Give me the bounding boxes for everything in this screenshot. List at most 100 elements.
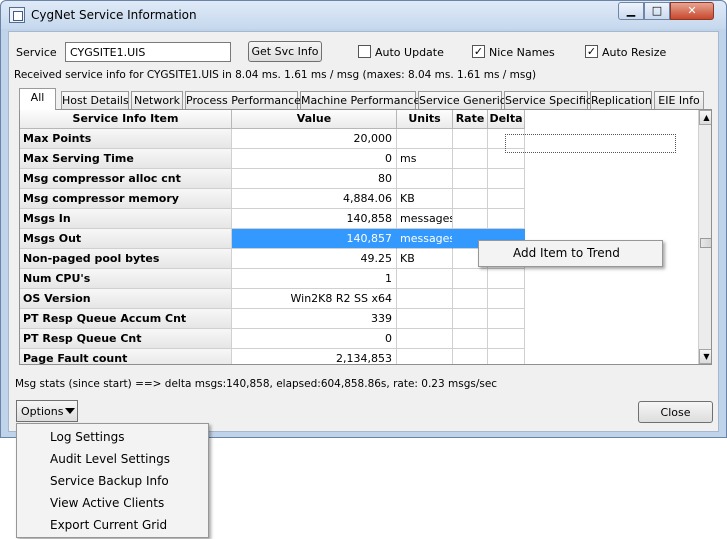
menu-item-add-to-trend[interactable]: Add Item to Trend <box>513 246 620 260</box>
column-header-item[interactable]: Service Info Item <box>20 110 232 129</box>
row-focus-outline <box>505 134 676 153</box>
table-row[interactable]: Num CPU's 1 <box>20 269 525 289</box>
table-row[interactable]: PT Resp Queue Cnt 0 <box>20 329 525 349</box>
client-area: Service Get Svc Info Auto Update ✓ Nice … <box>8 31 719 432</box>
row-units <box>397 309 453 329</box>
table-row[interactable]: Msgs In 140,858 messages <box>20 209 525 229</box>
table-row[interactable]: Max Serving Time 0 ms <box>20 149 525 169</box>
row-rate <box>453 149 488 169</box>
row-units <box>397 289 453 309</box>
row-delta <box>488 269 525 289</box>
column-header-delta[interactable]: Delta <box>488 110 525 129</box>
row-value: 1 <box>232 269 397 289</box>
tab-host-details[interactable]: Host Details <box>61 91 129 110</box>
nice-names-label: Nice Names <box>489 46 555 59</box>
tab-service-generic[interactable]: Service Generic <box>418 91 506 110</box>
row-delta <box>488 169 525 189</box>
row-units <box>397 169 453 189</box>
row-delta <box>488 349 525 364</box>
row-item-name: Msg compressor alloc cnt <box>20 169 232 189</box>
table-row[interactable]: Non-paged pool bytes 49.25 KB <box>20 249 525 269</box>
table-row-selected[interactable]: Msgs Out 140,857 messages <box>20 229 525 249</box>
maximize-button[interactable]: □ <box>644 2 670 20</box>
scroll-down-icon[interactable]: ▼ <box>699 349 711 364</box>
close-icon: ✕ <box>687 4 697 17</box>
row-delta <box>488 209 525 229</box>
row-delta <box>488 309 525 329</box>
table-row[interactable]: Msg compressor alloc cnt 80 <box>20 169 525 189</box>
scroll-up-icon[interactable]: ▲ <box>699 110 711 125</box>
row-item-name: OS Version <box>20 289 232 309</box>
column-header-rate[interactable]: Rate <box>453 110 488 129</box>
row-units <box>397 349 453 364</box>
menu-item-view-active-clients[interactable]: View Active Clients <box>50 496 164 510</box>
close-button[interactable]: Close <box>638 401 713 423</box>
row-value: 0 <box>232 329 397 349</box>
menu-item-audit-level-settings[interactable]: Audit Level Settings <box>50 452 170 466</box>
scroll-thumb[interactable] <box>700 238 711 248</box>
row-rate <box>453 129 488 149</box>
tab-all[interactable]: All <box>19 88 56 110</box>
column-header-units[interactable]: Units <box>397 110 453 129</box>
auto-update-checkbox[interactable] <box>358 45 371 58</box>
row-units <box>397 269 453 289</box>
row-item-name: Msgs Out <box>20 229 232 249</box>
row-value: 20,000 <box>232 129 397 149</box>
menu-item-log-settings[interactable]: Log Settings <box>50 430 124 444</box>
msg-stats-text: Msg stats (since start) ==> delta msgs:1… <box>15 378 498 390</box>
auto-resize-checkbox[interactable]: ✓ <box>585 45 598 58</box>
tab-process-performance[interactable]: Process Performance <box>185 91 301 110</box>
row-units <box>397 329 453 349</box>
row-value: 140,858 <box>232 209 397 229</box>
service-input[interactable] <box>65 42 231 62</box>
row-delta <box>488 289 525 309</box>
tab-service-specific[interactable]: Service Specific <box>504 91 592 110</box>
maximize-icon: □ <box>651 4 663 17</box>
row-item-name: Non-paged pool bytes <box>20 249 232 269</box>
row-value: 0 <box>232 149 397 169</box>
column-header-value[interactable]: Value <box>232 110 397 129</box>
row-units: KB <box>397 189 453 209</box>
row-rate <box>453 329 488 349</box>
minimize-button[interactable]: ▁ <box>618 2 644 20</box>
row-item-name: PT Resp Queue Cnt <box>20 329 232 349</box>
close-window-button[interactable]: ✕ <box>670 2 714 20</box>
row-rate <box>453 169 488 189</box>
menu-item-export-current-grid[interactable]: Export Current Grid <box>50 518 167 532</box>
table-row[interactable]: Max Points 20,000 <box>20 129 525 149</box>
table-row[interactable]: Msg compressor memory 4,884.06 KB <box>20 189 525 209</box>
row-rate <box>453 289 488 309</box>
row-units: ms <box>397 149 453 169</box>
row-rate <box>453 309 488 329</box>
row-item-name: Num CPU's <box>20 269 232 289</box>
row-rate <box>453 189 488 209</box>
table-row[interactable]: PT Resp Queue Accum Cnt 339 <box>20 309 525 329</box>
row-rate <box>453 269 488 289</box>
options-dropdown-button[interactable]: Options <box>16 400 78 422</box>
row-delta <box>488 329 525 349</box>
row-value: Win2K8 R2 SS x64 <box>232 289 397 309</box>
grid-header: Service Info Item Value Units Rate Delta <box>20 110 525 129</box>
auto-resize-label: Auto Resize <box>602 46 667 59</box>
row-value: 339 <box>232 309 397 329</box>
get-svc-info-button[interactable]: Get Svc Info <box>248 41 322 62</box>
nice-names-checkbox[interactable]: ✓ <box>472 45 485 58</box>
vertical-scrollbar[interactable]: ▲ ▼ <box>698 110 711 364</box>
row-item-name: Max Points <box>20 129 232 149</box>
title-bar[interactable]: CygNet Service Information ▁ □ ✕ <box>1 1 726 29</box>
row-delta <box>488 189 525 209</box>
row-value: 80 <box>232 169 397 189</box>
menu-item-service-backup-info[interactable]: Service Backup Info <box>50 474 169 488</box>
tab-network[interactable]: Network <box>131 91 183 110</box>
table-row[interactable]: OS Version Win2K8 R2 SS x64 <box>20 289 525 309</box>
row-value: 140,857 <box>232 229 397 249</box>
row-rate <box>453 349 488 364</box>
row-item-name: Msg compressor memory <box>20 189 232 209</box>
minimize-icon: ▁ <box>626 4 636 17</box>
status-text: Received service info for CYGSITE1.UIS i… <box>14 69 537 81</box>
row-item-name: Max Serving Time <box>20 149 232 169</box>
tab-machine-performance[interactable]: Machine Performance <box>300 91 420 110</box>
table-row[interactable]: Page Fault count 2,134,853 <box>20 349 525 364</box>
tab-replication[interactable]: Replication <box>590 91 652 110</box>
tab-eie-info[interactable]: EIE Info <box>654 91 704 110</box>
